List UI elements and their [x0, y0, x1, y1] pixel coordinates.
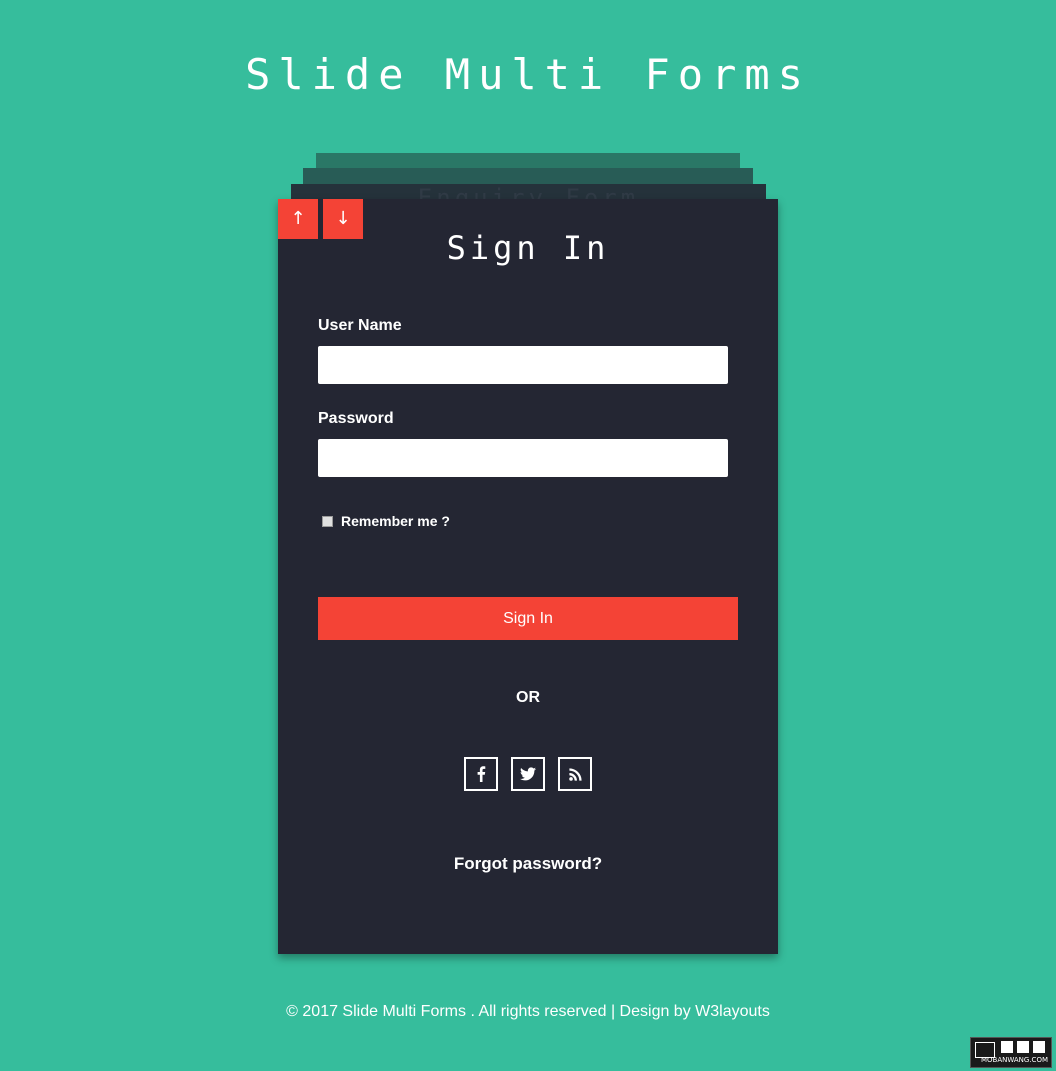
social-links [464, 757, 592, 791]
twitter-button[interactable] [511, 757, 545, 791]
username-label: User Name [318, 317, 402, 334]
footer-copyright: © 2017 Slide Multi Forms . All rights re… [286, 1003, 770, 1020]
remember-me-checkbox[interactable] [322, 515, 333, 527]
twitter-icon [520, 767, 536, 781]
sign-in-button[interactable]: Sign In [318, 597, 738, 640]
or-divider: OR [516, 689, 540, 706]
forgot-password-link[interactable]: Forgot password? [278, 854, 778, 874]
sign-in-card: ↑ ↓ Sign In User Name Password Remember … [278, 199, 778, 954]
form-title: Sign In [446, 229, 610, 267]
password-input[interactable] [318, 439, 728, 477]
rss-icon [568, 767, 582, 781]
remember-me-row[interactable]: Remember me ? [322, 513, 450, 529]
watermark-logo-text [1001, 1041, 1047, 1053]
site-watermark: MOBANWANG.COM [970, 1037, 1052, 1068]
rss-button[interactable] [558, 757, 592, 791]
facebook-button[interactable] [464, 757, 498, 791]
remember-me-label[interactable]: Remember me ? [341, 513, 450, 529]
password-label: Password [318, 410, 394, 427]
page-title: Slide Multi Forms [245, 50, 811, 99]
username-input[interactable] [318, 346, 728, 384]
watermark-logo-icon [975, 1042, 995, 1058]
facebook-icon [477, 766, 486, 782]
